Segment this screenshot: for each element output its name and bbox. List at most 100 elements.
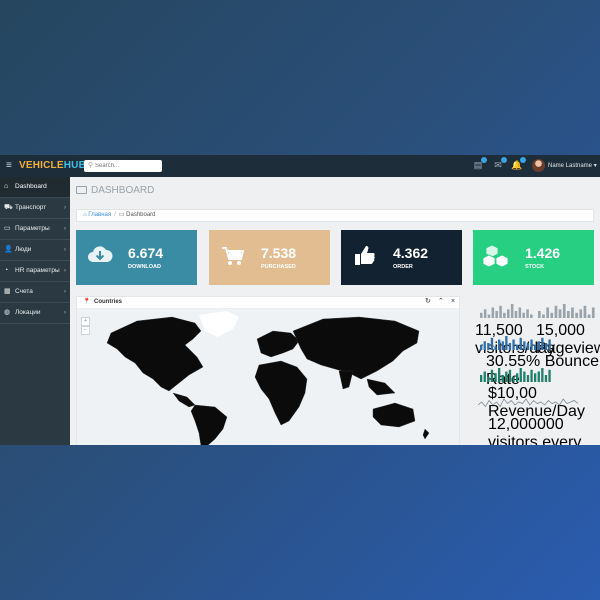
chevron-right-icon: › — [64, 226, 66, 232]
sparkline-bar — [510, 304, 514, 318]
map-europe — [256, 330, 300, 358]
sparkline-bar — [518, 307, 522, 318]
sparkline-bar — [480, 344, 483, 350]
breadcrumb-home[interactable]: ⌂ Главная — [83, 212, 111, 218]
sparkline-bar — [512, 339, 515, 350]
pie-icon: ◔ — [4, 267, 9, 274]
sparkline-bar — [480, 375, 483, 382]
stat-card-download[interactable]: 6.674 DOWNLOAD — [76, 230, 197, 285]
stat-card-stock[interactable]: 1.426 STOCK — [473, 230, 594, 285]
sparklines-panel: 11,500 visitors/day 15,000 Pageviews 30.… — [474, 296, 600, 445]
stat-label: PURCHASED — [261, 264, 296, 270]
table-icon: ▦ — [4, 288, 11, 295]
sparkline-bar — [583, 305, 587, 318]
brand-logo[interactable]: VEHICLEHUB — [19, 160, 86, 172]
sidebar-item-label: Транспорт — [15, 204, 47, 211]
mail-icon[interactable]: ✉ — [492, 157, 507, 171]
close-icon[interactable]: × — [451, 298, 455, 306]
sidebar-item-hr-params[interactable]: ◔ HR параметры › — [0, 261, 70, 282]
sidebar-item-label: Счета — [15, 288, 33, 295]
sparkline-bar — [530, 339, 533, 350]
sidebar-item-params[interactable]: ▭ Параметры › — [0, 219, 70, 240]
map-new-zealand — [422, 428, 430, 440]
refresh-icon[interactable]: ↻ — [425, 298, 431, 306]
sparkline-bar — [491, 307, 495, 318]
main-content: DASHBOARD ⌂ Главная / ▭ Dashboard 6.674 DO… — [70, 177, 600, 445]
sparkline-bar — [507, 309, 510, 318]
sparkline-bar — [494, 346, 497, 350]
sparkline-bar — [499, 305, 502, 318]
sparkline-bar — [516, 373, 519, 382]
sidebar-item-label: Люди — [15, 246, 32, 253]
sparkline-bar — [490, 369, 494, 382]
stat-card-order[interactable]: 4.362 ORDER — [341, 230, 462, 285]
inbox-icon[interactable]: ▤ — [472, 157, 487, 171]
search-input[interactable] — [95, 160, 159, 172]
map-central-america — [172, 392, 196, 408]
panel-title: Countries — [94, 299, 123, 305]
sparkline-revenue — [480, 368, 551, 382]
sidebar-item-locations[interactable]: ◍ Локации › — [0, 303, 70, 324]
sparkline-bar — [501, 375, 504, 382]
sparkline-bar — [519, 368, 522, 382]
menu-toggle-icon[interactable]: ≡ — [6, 160, 12, 172]
sidebar: ⌂ Dashboard ⛟ Транспорт › ▭ Параметры › … — [0, 177, 70, 445]
collapse-icon[interactable]: ⌃ — [438, 298, 444, 306]
chevron-right-icon: › — [64, 289, 66, 295]
sparkline-bar — [538, 311, 541, 318]
sparkline-bar — [546, 307, 549, 318]
sidebar-item-label: HR параметры — [15, 267, 60, 274]
map-north-america — [106, 316, 204, 392]
sparkline-bar — [575, 312, 578, 318]
sparkline-bar — [522, 312, 525, 318]
top-navbar: ≡ VEHICLEHUB ⚲ ▤ ✉ 🔔 Name Lastname ▾ — [0, 155, 600, 177]
sparkline-bar — [541, 368, 544, 382]
sidebar-item-transport[interactable]: ⛟ Транспорт › — [0, 198, 70, 219]
sparkline-bar — [505, 371, 508, 382]
globe-icon: ◍ — [4, 309, 11, 316]
sparkline-bar — [490, 337, 494, 350]
sparkline-bar — [562, 304, 566, 318]
mail-badge — [501, 157, 507, 163]
sparkline-bar — [519, 337, 522, 350]
sidebar-item-dashboard[interactable]: ⌂ Dashboard — [0, 177, 70, 198]
sparkline-bar — [512, 376, 515, 382]
stat-value: 1.426 — [525, 245, 561, 261]
map-australia — [372, 402, 416, 428]
map-africa — [254, 360, 308, 426]
sparkline-bar — [516, 344, 519, 350]
sparkline-bar — [537, 341, 540, 350]
sidebar-item-people[interactable]: 👤 Люди › — [0, 240, 70, 261]
sparkline-bar — [571, 307, 574, 318]
user-menu[interactable]: Name Lastname ▾ — [548, 162, 597, 170]
map-south-america — [190, 404, 228, 445]
sparkline-bar — [558, 309, 562, 318]
avatar[interactable] — [532, 159, 545, 172]
sidebar-item-accounts[interactable]: ▦ Счета › — [0, 282, 70, 303]
bell-icon[interactable]: 🔔 — [511, 157, 526, 171]
boxes-icon — [483, 244, 509, 268]
sparkline-bar — [550, 312, 554, 318]
stat-value: 4.362 — [393, 245, 429, 261]
sparkline-bar — [541, 337, 544, 350]
bell-badge — [520, 157, 526, 163]
sparkline-pageviews — [538, 304, 595, 318]
cart-icon — [222, 247, 245, 265]
sparkline-bar — [503, 312, 506, 318]
sparkline-bar — [526, 375, 530, 382]
car-icon: ⛟ — [4, 204, 13, 211]
sparkline-bar — [483, 341, 486, 350]
thumbs-up-icon — [355, 246, 375, 265]
sparkline-label: 12,000000 visitors every Month — [488, 416, 582, 445]
world-map-svg — [106, 311, 430, 445]
sidebar-item-label: Dashboard — [15, 183, 47, 190]
stat-value: 6.674 — [128, 245, 164, 261]
sparkline-bar — [567, 311, 570, 318]
panel-header: 📍 Countries ↻ ⌃ × — [77, 297, 459, 309]
stat-card-purchased[interactable]: 7.538 PURCHASED — [209, 230, 330, 285]
sparkline-bar — [487, 314, 491, 318]
sparkline-bar — [542, 314, 545, 318]
sparkline-bar — [523, 341, 526, 350]
world-map[interactable]: + − — [77, 309, 459, 445]
sidebar-item-label: Параметры — [15, 225, 50, 232]
